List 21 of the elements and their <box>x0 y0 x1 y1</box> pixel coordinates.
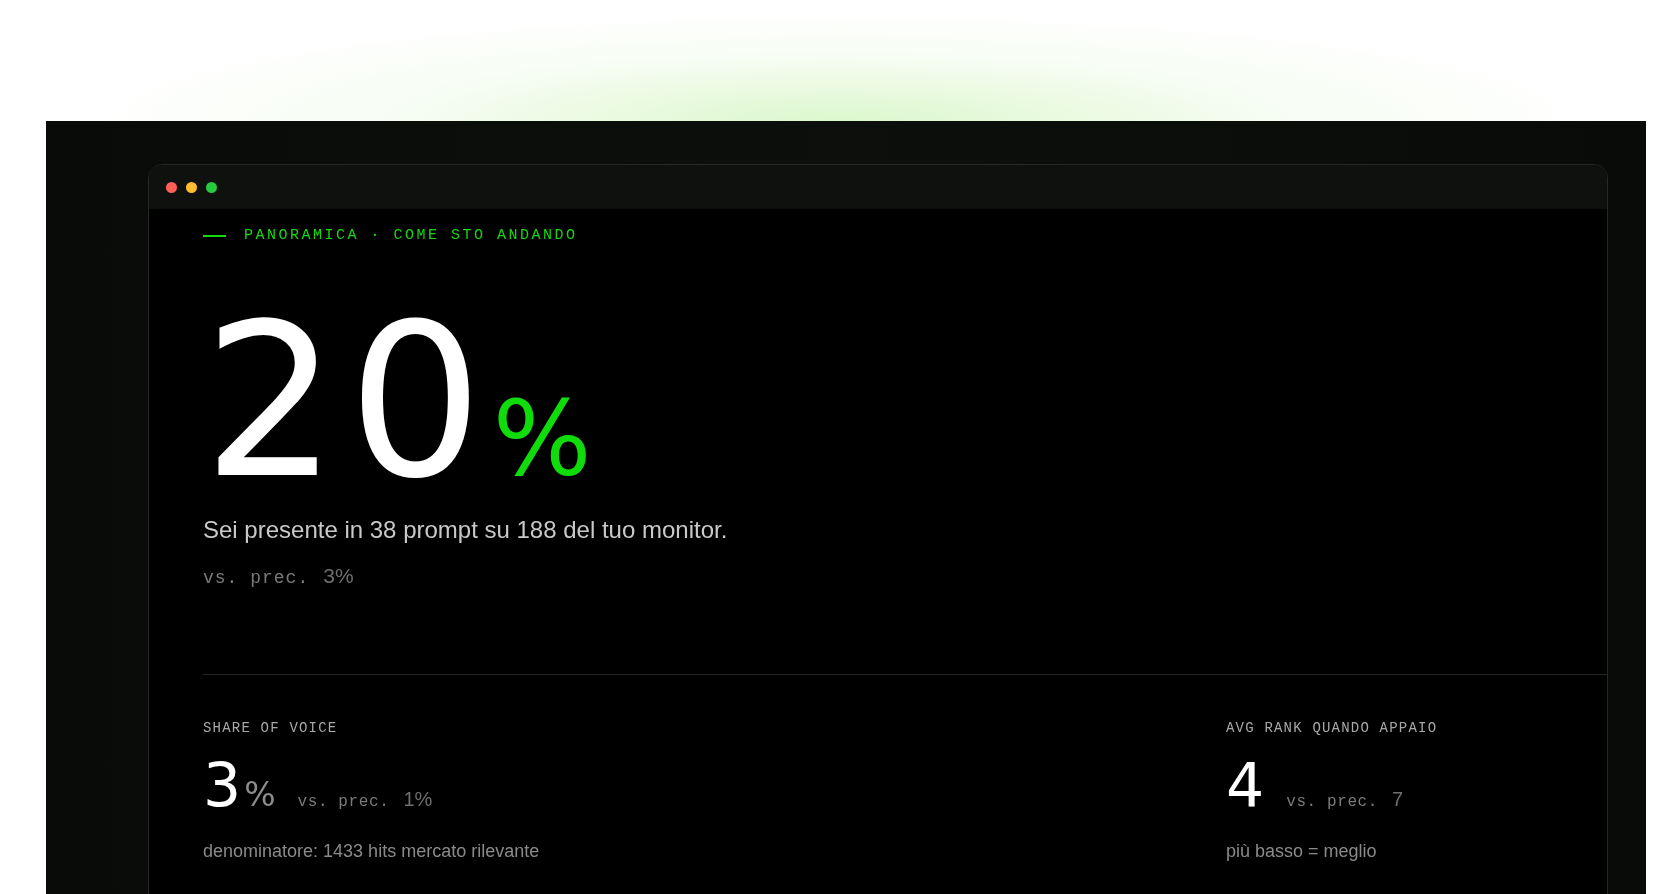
window-control-icon[interactable] <box>166 181 177 193</box>
stat-note: più basso = meglio <box>1226 840 1377 862</box>
stat-value: 4 <box>1226 755 1265 815</box>
comparison-label: vs. prec. <box>1286 792 1378 812</box>
summary-text: Sei presente in 38 prompt su 188 del tuo monitor. <box>203 515 728 545</box>
stat-note: denominatore: 1433 hits mercato rilevante <box>203 840 540 862</box>
window-control-icon[interactable] <box>186 181 197 193</box>
hero-value: 20 <box>203 296 493 508</box>
dash-icon <box>203 235 226 237</box>
comparison-value: 1% <box>403 788 433 810</box>
window-control-icon[interactable] <box>206 181 217 193</box>
stat-unit: % <box>244 778 276 811</box>
section-eyebrow: PANORAMICA · COME STO ANDANDO <box>244 226 578 246</box>
comparison-label: vs. prec. <box>203 567 310 590</box>
stat-label: SHARE OF VOICE <box>203 719 338 737</box>
comparison-value: 7 <box>1392 788 1404 810</box>
hero-unit: % <box>492 387 592 491</box>
stat-value: 3 <box>203 755 242 815</box>
comparison-label: vs. prec. <box>297 792 390 812</box>
comparison-value: 3% <box>323 564 354 588</box>
stat-label: AVG RANK QUANDO APPAIO <box>1226 719 1438 737</box>
